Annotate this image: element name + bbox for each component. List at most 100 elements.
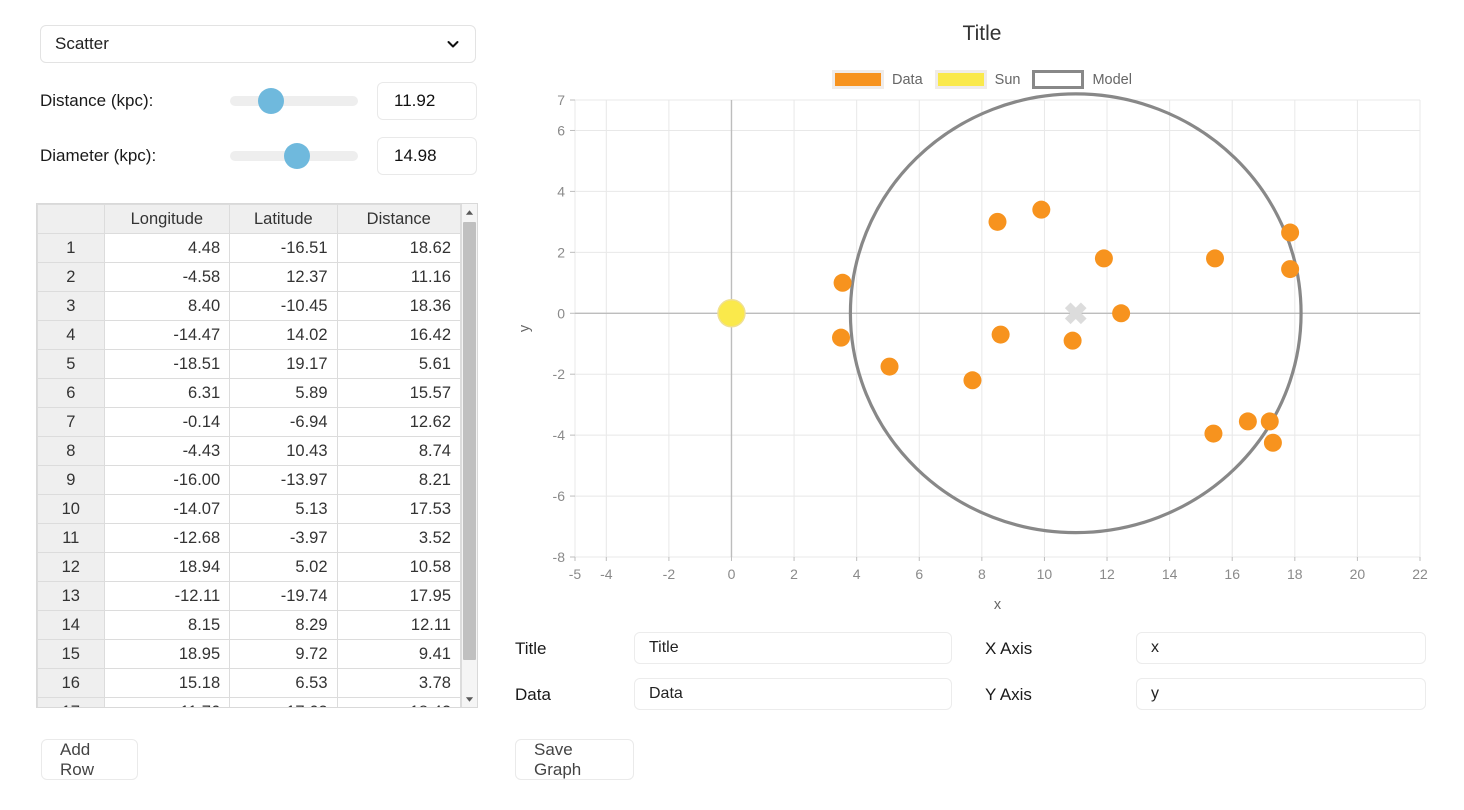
table-cell[interactable]: 5.02	[229, 552, 338, 582]
distance-slider[interactable]	[230, 82, 358, 120]
data-point[interactable]	[1260, 412, 1279, 431]
data-table-container: Longitude Latitude Distance 1 4.48 -16.51 18.…	[36, 203, 478, 708]
table-cell[interactable]: -12.68	[103, 523, 231, 553]
table-cell[interactable]: 17.62	[229, 697, 338, 707]
diameter-slider-thumb[interactable]	[283, 143, 310, 169]
x-axis-input[interactable]: x	[1136, 632, 1426, 664]
data-point[interactable]	[991, 325, 1010, 344]
data-point[interactable]	[1281, 260, 1300, 279]
table-cell[interactable]: 5.13	[229, 494, 338, 524]
table-cell[interactable]: 8.74	[336, 436, 461, 466]
data-point[interactable]	[1032, 200, 1051, 219]
table-vertical-scrollbar[interactable]	[461, 204, 477, 707]
table-cell[interactable]: 5.89	[229, 378, 338, 408]
data-table-scrollport[interactable]: Longitude Latitude Distance 1 4.48 -16.51 18.…	[37, 204, 461, 707]
data-point[interactable]	[1238, 412, 1257, 431]
table-cell[interactable]: 8.21	[336, 465, 461, 495]
table-cell[interactable]: -0.14	[103, 407, 231, 437]
table-cell[interactable]: -19.74	[229, 581, 338, 611]
y-tick-label: 6	[557, 122, 565, 138]
diameter-value-field[interactable]: 14.98	[377, 137, 477, 175]
table-cell[interactable]: 12.62	[336, 407, 461, 437]
table-cell[interactable]: -12.11	[103, 581, 231, 611]
table-cell[interactable]: 5.61	[336, 349, 461, 379]
table-cell[interactable]: 12.37	[229, 262, 338, 292]
scroll-down-arrow-icon[interactable]	[462, 691, 477, 707]
table-cell[interactable]: 18.94	[103, 552, 231, 582]
data-point[interactable]	[833, 273, 852, 292]
table-cell[interactable]: 17.95	[336, 581, 461, 611]
scrollbar-thumb[interactable]	[463, 222, 476, 660]
table-cell[interactable]: -14.47	[103, 320, 231, 350]
table-cell[interactable]: 9.41	[336, 639, 461, 669]
table-cell[interactable]: 4.48	[103, 233, 231, 263]
table-cell[interactable]: 19.17	[229, 349, 338, 379]
title-input[interactable]: Title	[634, 632, 952, 664]
data-point[interactable]	[1063, 331, 1082, 350]
data-point[interactable]	[1263, 433, 1282, 452]
data-label-input[interactable]: Data	[634, 678, 952, 710]
table-cell[interactable]: 18.95	[103, 639, 231, 669]
left-panel: Scatter Distance (kpc): 11.92 Diameter (…	[0, 0, 500, 810]
table-cell[interactable]: 16.42	[336, 320, 461, 350]
data-point[interactable]	[988, 212, 1007, 231]
table-cell[interactable]: 15.57	[336, 378, 461, 408]
data-point[interactable]	[1112, 304, 1131, 323]
table-cell[interactable]: 3.78	[336, 668, 461, 698]
table-cell[interactable]: -18.51	[103, 349, 231, 379]
data-point[interactable]	[1206, 249, 1225, 268]
data-point[interactable]	[1094, 249, 1113, 268]
table-cell[interactable]: 11.16	[336, 262, 461, 292]
sun-marker[interactable]	[717, 299, 746, 328]
table-cell[interactable]: -14.07	[103, 494, 231, 524]
title-field-label: Title	[515, 639, 547, 658]
table-cell[interactable]: 8.40	[103, 291, 231, 321]
x-axis-field-label: X Axis	[985, 639, 1033, 658]
add-row-button[interactable]: Add Row	[41, 739, 138, 780]
table-cell[interactable]: 17.53	[336, 494, 461, 524]
table-row-index: 16	[37, 668, 105, 698]
table-cell[interactable]: 6.53	[229, 668, 338, 698]
table-cell[interactable]: 10.58	[336, 552, 461, 582]
distance-slider-thumb[interactable]	[257, 88, 284, 114]
data-point[interactable]	[1204, 424, 1223, 443]
table-cell[interactable]: -3.97	[229, 523, 338, 553]
table-row-index: 6	[37, 378, 105, 408]
table-cell[interactable]: -4.58	[103, 262, 231, 292]
table-cell[interactable]: 9.72	[229, 639, 338, 669]
table-cell[interactable]: -16.51	[229, 233, 338, 263]
table-cell[interactable]: 6.31	[103, 378, 231, 408]
data-point[interactable]	[832, 328, 851, 347]
x-tick-label: 0	[728, 566, 736, 582]
table-cell[interactable]: 18.36	[336, 291, 461, 321]
table-row-index: 7	[37, 407, 105, 437]
diameter-slider[interactable]	[230, 137, 358, 175]
data-point[interactable]	[963, 371, 982, 390]
table-cell[interactable]: 14.02	[229, 320, 338, 350]
distance-value-field[interactable]: 11.92	[377, 82, 477, 120]
y-axis-input[interactable]: y	[1136, 678, 1426, 710]
y-tick-label: 4	[557, 183, 565, 199]
table-cell[interactable]: -16.00	[103, 465, 231, 495]
table-cell[interactable]: 12.11	[336, 610, 461, 640]
table-cell[interactable]: -4.43	[103, 436, 231, 466]
table-cell[interactable]: 10.43	[229, 436, 338, 466]
save-graph-button[interactable]: Save Graph	[515, 739, 634, 780]
table-cell[interactable]: 18.42	[336, 697, 461, 707]
table-row: 12 18.94 5.02 10.58	[37, 552, 461, 582]
table-cell[interactable]: 18.62	[336, 233, 461, 263]
table-row: 16 15.18 6.53 3.78	[37, 668, 461, 698]
chart-type-select[interactable]: Scatter	[40, 25, 476, 63]
table-cell[interactable]: 8.29	[229, 610, 338, 640]
scroll-up-arrow-icon[interactable]	[462, 204, 477, 220]
table-cell[interactable]: -13.97	[229, 465, 338, 495]
table-cell[interactable]: -6.94	[229, 407, 338, 437]
model-center-x-icon	[1064, 302, 1087, 325]
table-cell[interactable]: 11.76	[103, 697, 231, 707]
data-point[interactable]	[1281, 223, 1300, 242]
table-cell[interactable]: -10.45	[229, 291, 338, 321]
data-point[interactable]	[880, 357, 899, 376]
table-cell[interactable]: 3.52	[336, 523, 461, 553]
table-cell[interactable]: 8.15	[103, 610, 231, 640]
table-cell[interactable]: 15.18	[103, 668, 231, 698]
